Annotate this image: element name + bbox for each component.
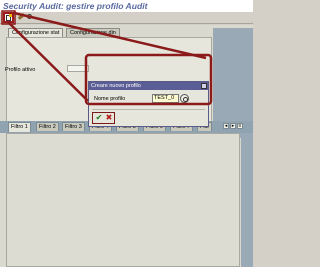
application-toolbar: [0, 12, 253, 24]
confirm-check-icon[interactable]: ✔: [95, 114, 103, 122]
create-profile-dialog: Creare nuovo profilo Nome profilo TEST_0…: [88, 81, 209, 127]
tab-scroll-right-icon[interactable]: ▸: [230, 123, 236, 129]
display-profile-button[interactable]: [26, 13, 36, 22]
right-blank-area-lower: [241, 133, 253, 267]
main-area: Configurazione stat Configurazione din P…: [0, 25, 253, 267]
window-title: Security Audit: gestire profilo Audit: [0, 0, 253, 12]
pencil-icon: [17, 13, 26, 20]
tab-filtro-1[interactable]: Filtro 1: [8, 122, 31, 132]
nome-profilo-input[interactable]: TEST_0: [152, 94, 179, 103]
tab-filtro-3[interactable]: Filtro 3: [62, 122, 85, 131]
tab-filtro-2[interactable]: Filtro 2: [36, 122, 59, 131]
dialog-title: Creare nuovo profilo: [89, 82, 208, 90]
create-profile-button[interactable]: [3, 12, 14, 23]
magnifier-icon: [27, 14, 32, 19]
profilo-attivo-label: Profilo attivo: [5, 67, 36, 73]
value-help-icon[interactable]: [180, 94, 189, 103]
tab-scroll-left-icon[interactable]: ◂: [223, 123, 229, 129]
new-star-icon: [9, 14, 12, 17]
nome-profilo-label: Nome profilo: [94, 96, 126, 102]
profilo-attivo-field: [67, 65, 89, 72]
cancel-x-icon[interactable]: ✖: [105, 114, 113, 122]
tab-list-icon[interactable]: ≡: [237, 123, 243, 129]
dialog-close-icon[interactable]: [201, 83, 207, 89]
filter-panel: [6, 133, 240, 267]
dialog-separator: [92, 109, 205, 110]
tab-configurazione-dinamica[interactable]: Configurazione din: [66, 28, 120, 37]
